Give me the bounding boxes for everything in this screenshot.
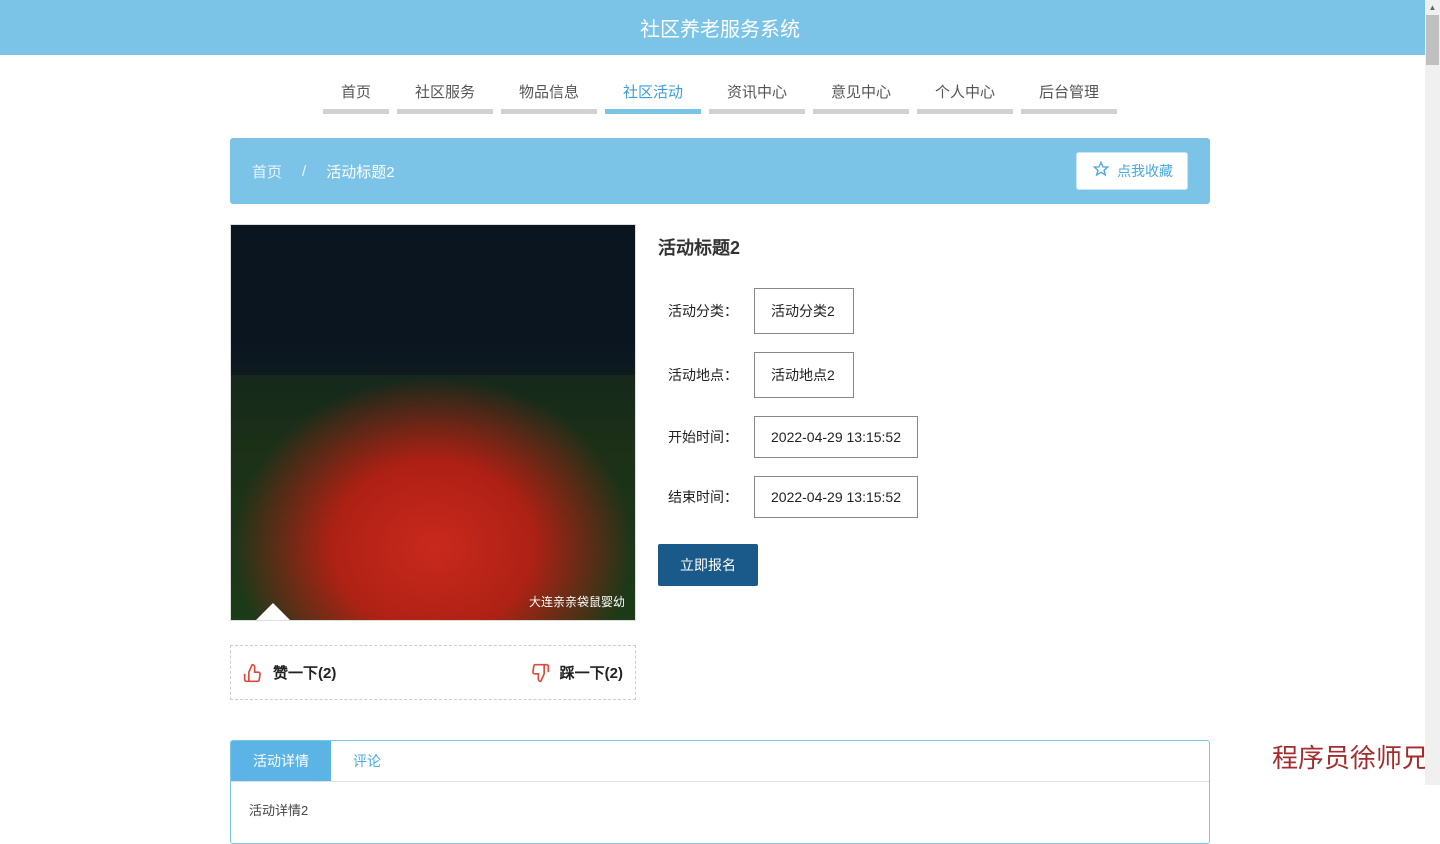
tab-activity-detail[interactable]: 活动详情 xyxy=(231,741,331,781)
field-start-time-label: 开始时间 xyxy=(658,427,738,447)
nav-item-personal-center[interactable]: 个人中心 xyxy=(917,75,1013,114)
scrollbar[interactable]: ▲ xyxy=(1425,0,1440,785)
field-end-time: 结束时间 2022-04-29 13:15:52 xyxy=(658,476,1210,518)
thumbs-down-icon xyxy=(530,663,550,683)
signup-button-label: 立即报名 xyxy=(680,557,736,573)
field-location-label: 活动地点 xyxy=(658,365,738,385)
field-category: 活动分类 活动分类2 xyxy=(658,288,1210,334)
app-title: 社区养老服务系统 xyxy=(640,19,800,41)
tab-comments[interactable]: 评论 xyxy=(331,741,403,781)
downvote-label: 踩一下(2) xyxy=(560,662,623,683)
favorite-button[interactable]: 点我收藏 xyxy=(1076,152,1188,190)
nav-bar: 首页 社区服务 物品信息 社区活动 资讯中心 意见中心 个人中心 后台管理 xyxy=(230,55,1210,122)
image-watermark: 大连亲亲袋鼠婴幼 xyxy=(529,593,625,610)
nav-item-items-info[interactable]: 物品信息 xyxy=(501,75,597,114)
detail-column: 活动标题2 活动分类 活动分类2 活动地点 活动地点2 开始时间 2022-04… xyxy=(658,224,1210,700)
scrollbar-up-arrow-icon[interactable]: ▲ xyxy=(1425,0,1440,15)
nav-list: 首页 社区服务 物品信息 社区活动 资讯中心 意见中心 个人中心 后台管理 xyxy=(230,75,1210,114)
signup-button[interactable]: 立即报名 xyxy=(658,544,758,586)
field-category-label: 活动分类 xyxy=(658,301,738,321)
activity-title: 活动标题2 xyxy=(658,234,1210,260)
star-icon xyxy=(1091,161,1111,181)
page-watermark: 程序员徐师兄 xyxy=(1272,738,1428,775)
breadcrumb: 首页 / 活动标题2 xyxy=(252,161,395,182)
breadcrumb-current: 活动标题2 xyxy=(326,161,394,182)
field-location-value: 活动地点2 xyxy=(754,352,854,398)
field-end-time-label: 结束时间 xyxy=(658,487,738,507)
field-end-time-value: 2022-04-29 13:15:52 xyxy=(754,476,918,518)
nav-item-community-activity[interactable]: 社区活动 xyxy=(605,75,701,114)
header-banner: 社区养老服务系统 xyxy=(0,0,1440,55)
field-category-value: 活动分类2 xyxy=(754,288,854,334)
field-location: 活动地点 活动地点2 xyxy=(658,352,1210,398)
thumbs-up-icon xyxy=(243,663,263,683)
upvote-label: 赞一下(2) xyxy=(273,662,336,683)
tabs-card: 活动详情 评论 活动详情2 xyxy=(230,740,1210,844)
breadcrumb-home[interactable]: 首页 xyxy=(252,161,282,182)
nav-item-news-center[interactable]: 资讯中心 xyxy=(709,75,805,114)
favorite-button-label: 点我收藏 xyxy=(1117,161,1173,181)
vote-row: 赞一下(2) 踩一下(2) xyxy=(230,645,636,700)
image-column: 大连亲亲袋鼠婴幼 赞一下(2) 踩一下(2) xyxy=(230,224,636,700)
breadcrumb-separator: / xyxy=(302,163,306,180)
nav-item-community-service[interactable]: 社区服务 xyxy=(397,75,493,114)
main-card: 大连亲亲袋鼠婴幼 赞一下(2) 踩一下(2) xyxy=(230,224,1210,720)
field-start-time: 开始时间 2022-04-29 13:15:52 xyxy=(658,416,1210,458)
scrollbar-thumb[interactable] xyxy=(1426,15,1439,65)
tab-content: 活动详情2 xyxy=(231,782,1209,843)
nav-item-feedback-center[interactable]: 意见中心 xyxy=(813,75,909,114)
nav-item-admin[interactable]: 后台管理 xyxy=(1021,75,1117,114)
downvote-button[interactable]: 踩一下(2) xyxy=(530,662,623,683)
field-start-time-value: 2022-04-29 13:15:52 xyxy=(754,416,918,458)
content-wrap: 首页 / 活动标题2 点我收藏 大连亲亲袋鼠婴幼 赞一下( xyxy=(230,138,1210,844)
activity-image: 大连亲亲袋鼠婴幼 xyxy=(230,224,636,621)
nav-item-home[interactable]: 首页 xyxy=(323,75,389,114)
breadcrumb-bar: 首页 / 活动标题2 点我收藏 xyxy=(230,138,1210,204)
upvote-button[interactable]: 赞一下(2) xyxy=(243,662,336,683)
tabs-header: 活动详情 评论 xyxy=(231,741,1209,782)
